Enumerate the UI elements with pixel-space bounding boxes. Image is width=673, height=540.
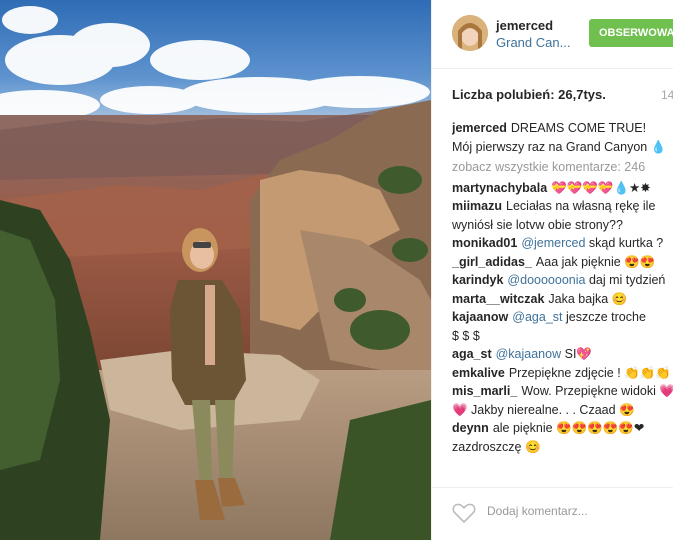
add-comment-input[interactable]: Dodaj komentarz... bbox=[487, 504, 588, 518]
comment-text: ale pięknie 😍😍😍😍😍❤ bbox=[492, 421, 645, 435]
comment-username[interactable]: emkalive bbox=[452, 366, 505, 380]
comment-text: 💗 Jakby nierealne. . . Czaad 😍 bbox=[452, 402, 635, 417]
comment-footer: Dodaj komentarz... bbox=[432, 487, 673, 540]
comment-row: martynachybala 💝💝💝💝💧★✸ bbox=[452, 179, 673, 198]
comment-text: SI💖 bbox=[564, 347, 592, 361]
comment-username[interactable]: kajaanow bbox=[452, 310, 508, 324]
comment-row: monikad01 @jemerced skąd kurtka ? bbox=[452, 234, 673, 253]
comment-username[interactable]: aga_st bbox=[452, 347, 492, 361]
comment-row-continuation: 💗 Jakby nierealne. . . Czaad 😍 bbox=[452, 401, 673, 420]
comment-username[interactable]: mis_marli_ bbox=[452, 384, 517, 398]
comment-text: skąd kurtka ? bbox=[588, 236, 664, 250]
comment-row: mis_marli_ Wow. Przepiękne widoki 💗 bbox=[452, 382, 673, 401]
comment-row: emkalive Przepiękne zdjęcie ! 👏👏👏 bbox=[452, 364, 673, 383]
comment-text: Aaa jak pięknie 😍😍 bbox=[535, 254, 656, 269]
comment-row: kajaanow @aga_st jeszcze troche bbox=[452, 308, 673, 327]
post-photo bbox=[0, 0, 431, 540]
comment-text: zazdroszczę 😊 bbox=[452, 439, 541, 454]
comment-username[interactable]: karindyk bbox=[452, 273, 503, 287]
comment-row: marta__witczak Jaka bajka 😊 bbox=[452, 290, 673, 309]
comment-text: Jaka bajka 😊 bbox=[548, 291, 628, 306]
comment-row-continuation: wyniósł sie lotvw obie strony?? bbox=[452, 216, 673, 235]
heart-icon[interactable] bbox=[452, 502, 476, 529]
comment-row: aga_st @kajaanow SI💖 bbox=[452, 345, 673, 364]
comment-row: miimazu Leciałas na własną rękę ile bbox=[452, 197, 673, 216]
comment-mention[interactable]: @jemerced bbox=[521, 236, 585, 250]
caption-username[interactable]: jemerced bbox=[452, 121, 507, 135]
comment-text: daj mi tydzień bbox=[588, 273, 666, 287]
comment-text: Przepiękne zdjęcie ! 👏👏👏 bbox=[508, 365, 671, 380]
post-side-panel: jemerced Grand Can... OBSERWOWA Liczba p… bbox=[431, 0, 673, 540]
caption: jemerced DREAMS COME TRUE! bbox=[452, 119, 673, 138]
post-username[interactable]: jemerced bbox=[496, 18, 553, 33]
comment-text: 💝💝💝💝💧★✸ bbox=[551, 180, 651, 195]
comment-username[interactable]: monikad01 bbox=[452, 236, 517, 250]
comment-username[interactable]: martynachybala bbox=[452, 181, 547, 195]
comment-username[interactable]: deynn bbox=[452, 421, 489, 435]
follow-button[interactable]: OBSERWOWA bbox=[589, 19, 673, 47]
comment-text: jeszcze troche bbox=[566, 310, 646, 324]
comment-row: karindyk @doooooonia daj mi tydzień bbox=[452, 271, 673, 290]
post-time: 14 bbox=[661, 88, 673, 102]
comment-mention[interactable]: @kajaanow bbox=[496, 347, 562, 361]
likes-count[interactable]: Liczba polubień: 26,7tys. bbox=[452, 87, 606, 102]
comment-username[interactable]: _girl_adidas_ bbox=[452, 255, 532, 269]
comment-text: Wow. Przepiękne widoki 💗 bbox=[521, 384, 673, 398]
comment-username[interactable]: marta__witczak bbox=[452, 292, 544, 306]
comment-mention[interactable]: @doooooonia bbox=[507, 273, 585, 287]
comment-mention[interactable]: @aga_st bbox=[512, 310, 562, 324]
comment-text: wyniósł sie lotvw obie strony?? bbox=[452, 217, 623, 232]
comment-row-continuation: zazdroszczę 😊 bbox=[452, 438, 673, 457]
comment-username[interactable]: miimazu bbox=[452, 199, 502, 213]
caption-line2: Mój pierwszy raz na Grand Canyon 💧 bbox=[452, 139, 667, 154]
comment-row: _girl_adidas_ Aaa jak pięknie 😍😍 bbox=[452, 253, 673, 272]
caption-line1: DREAMS COME TRUE! bbox=[510, 121, 647, 135]
comment-text: Leciałas na własną rękę ile bbox=[506, 199, 656, 213]
view-all-comments-link[interactable]: zobacz wszystkie komentarze: 246 bbox=[452, 158, 673, 177]
post-location[interactable]: Grand Can... bbox=[496, 35, 570, 50]
comments-list: jemerced DREAMS COME TRUE! Mój pierwszy r… bbox=[452, 119, 673, 456]
comment-text: $ $ $ bbox=[452, 328, 480, 343]
avatar[interactable] bbox=[452, 15, 488, 51]
comment-row: deynn ale pięknie 😍😍😍😍😍❤ bbox=[452, 419, 673, 438]
post-header: jemerced Grand Can... OBSERWOWA bbox=[432, 0, 673, 69]
comment-row-continuation: $ $ $ bbox=[452, 327, 673, 346]
caption-line: Mój pierwszy raz na Grand Canyon 💧 bbox=[452, 138, 673, 157]
